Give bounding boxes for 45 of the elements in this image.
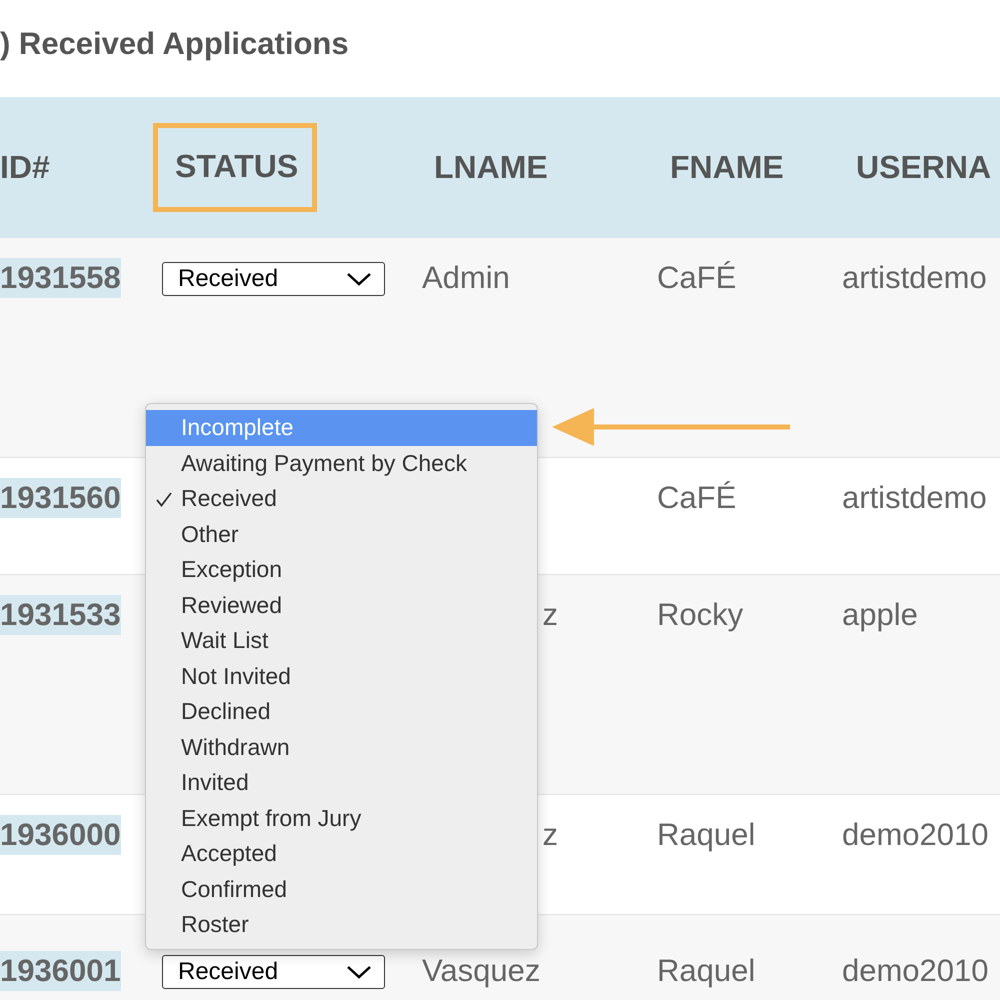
dropdown-option[interactable]: Not Invited: [146, 658, 537, 694]
dropdown-option[interactable]: Wait List: [146, 623, 537, 658]
dropdown-option[interactable]: Accepted: [146, 836, 537, 872]
checkmark-icon: [156, 492, 172, 507]
chevron-down-icon: [346, 271, 372, 287]
id-cell: 1931560: [0, 478, 121, 518]
fname-cell-text: CaFÉ: [656, 479, 736, 516]
username-cell-text: demo2010: [841, 816, 989, 853]
column-header: ID#: [0, 149, 50, 186]
dropdown-option[interactable]: Declined: [146, 694, 537, 730]
lname-cell-text: z: [542, 816, 559, 853]
lname-cell-text: Vasquez: [421, 952, 540, 989]
username-cell-text: apple: [841, 596, 918, 633]
dropdown-option[interactable]: Exception: [146, 552, 537, 588]
username-cell-text: demo2010: [841, 952, 989, 989]
id-cell: 1936001: [0, 951, 121, 991]
dropdown-option[interactable]: Exempt from Jury: [146, 800, 537, 836]
id-cell: 1936000: [0, 815, 121, 855]
lname-cell-text: Admin: [421, 259, 510, 296]
dropdown-option[interactable]: Other: [146, 516, 537, 552]
dropdown-option[interactable]: Invited: [146, 765, 537, 800]
chevron-down-icon: [346, 964, 372, 980]
arrow-icon: [550, 405, 792, 449]
fname-cell-text: Raquel: [656, 816, 756, 853]
status-select[interactable]: Received: [162, 955, 385, 989]
fname-cell-text: Raquel: [656, 952, 756, 989]
column-header: FNAME: [669, 149, 784, 186]
dropdown-option[interactable]: Reviewed: [146, 588, 537, 623]
username-cell-text: artistdemo: [841, 259, 987, 296]
dropdown-option[interactable]: Withdrawn: [146, 730, 537, 765]
page-heading: ) Received Applications: [0, 25, 350, 63]
dropdown-option[interactable]: Received: [146, 481, 537, 516]
dropdown-option[interactable]: Roster: [146, 907, 537, 942]
highlighted-column-header: STATUS: [153, 123, 318, 212]
fname-cell-text: CaFÉ: [656, 259, 736, 296]
status-select[interactable]: Received: [162, 262, 385, 296]
dropdown-option[interactable]: Confirmed: [146, 872, 537, 907]
id-cell: 1931533: [0, 595, 121, 635]
lname-cell-text: z: [542, 596, 559, 633]
dropdown-option[interactable]: Awaiting Payment by Check: [146, 446, 537, 481]
username-cell-text: artistdemo: [841, 479, 987, 516]
id-cell: 1931558: [0, 258, 121, 298]
column-header: USERNA: [855, 149, 992, 186]
column-header: LNAME: [433, 149, 548, 186]
fname-cell-text: Rocky: [656, 596, 744, 633]
